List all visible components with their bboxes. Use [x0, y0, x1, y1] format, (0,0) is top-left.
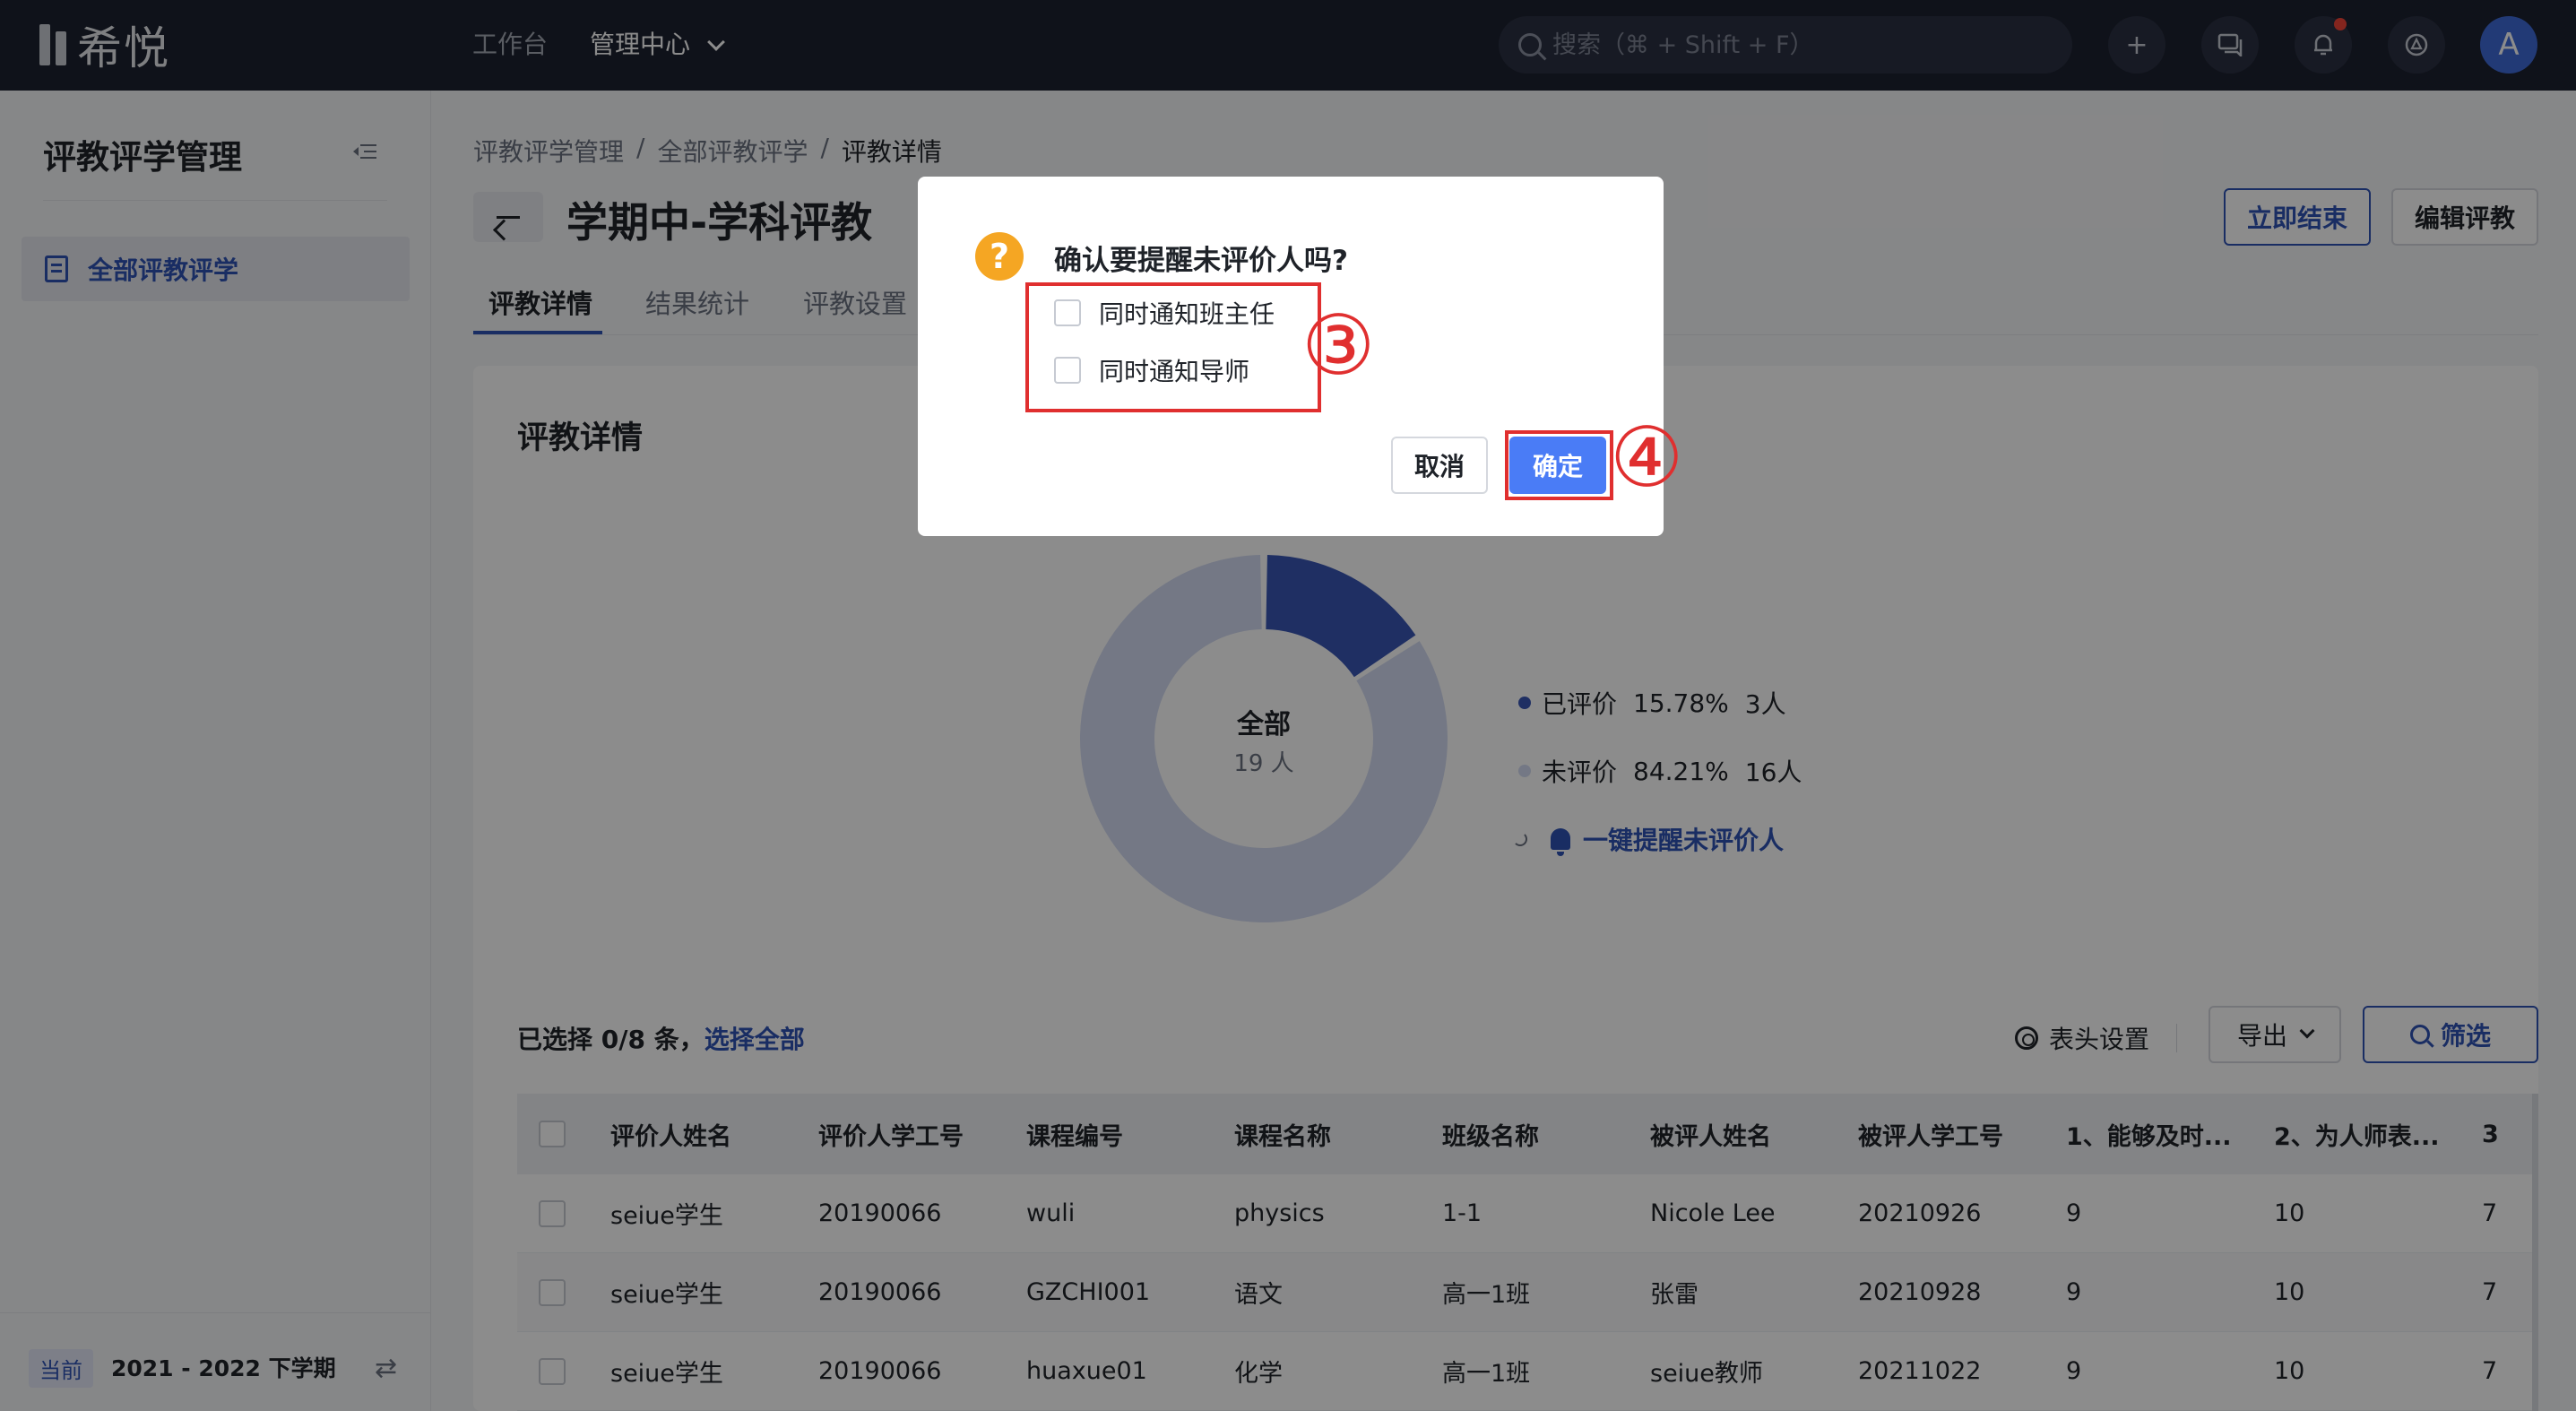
- confirm-remind-dialog: ? 确认要提醒未评价人吗? 同时通知班主任 同时通知导师 ③ 取消 确定 ④: [918, 177, 1683, 536]
- options-highlight-box: [1025, 282, 1321, 412]
- annotation-step-3: ③: [1301, 298, 1376, 394]
- confirm-highlight-box: [1505, 430, 1613, 500]
- dialog-title: 确认要提醒未评价人吗?: [1054, 245, 1348, 277]
- question-icon: ?: [975, 232, 1024, 281]
- cancel-button[interactable]: 取消: [1391, 437, 1488, 494]
- annotation-step-4: ④: [1610, 410, 1684, 506]
